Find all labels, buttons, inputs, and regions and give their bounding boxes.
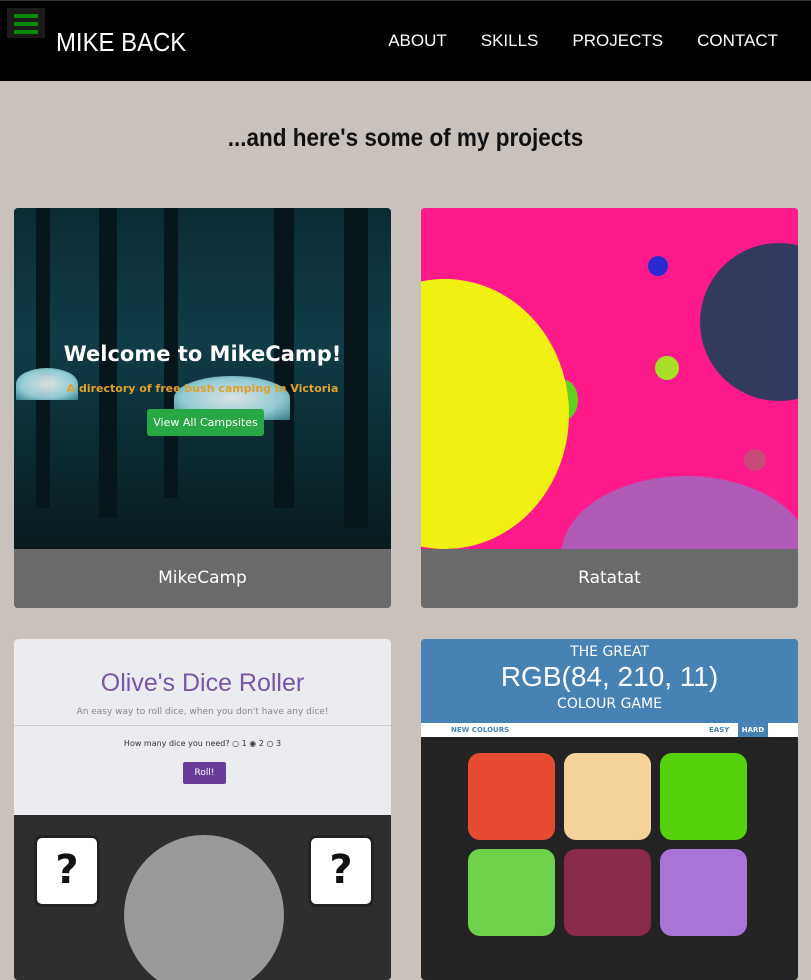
die-icon: ?: [308, 835, 374, 907]
colour-game-header: THE GREAT RGB(84, 210, 11) COLOUR GAME: [421, 639, 798, 723]
cat-illustration: [124, 835, 284, 980]
divider: [14, 725, 391, 726]
circle: [655, 356, 679, 380]
site-brand[interactable]: MIKE BACK: [56, 27, 186, 58]
colour-grid: [421, 737, 798, 980]
project-card-colour-game[interactable]: THE GREAT RGB(84, 210, 11) COLOUR GAME N…: [421, 639, 798, 980]
project-card-mikecamp[interactable]: Welcome to MikeCamp! A directory of free…: [14, 208, 391, 608]
project-card-ratatat[interactable]: Ratatat: [421, 208, 798, 608]
project-label[interactable]: Ratatat: [421, 549, 798, 608]
colour-square: [660, 849, 747, 936]
die-icon: ?: [34, 835, 100, 907]
hamburger-icon[interactable]: [7, 8, 45, 38]
colour-game-line1: THE GREAT: [570, 644, 649, 660]
roll-button: Roll!: [183, 762, 226, 784]
nav-about[interactable]: ABOUT: [388, 31, 447, 51]
dice-roller-illustration: ? ?: [14, 815, 391, 980]
colour-square: [564, 753, 651, 840]
nav-skills[interactable]: SKILLS: [481, 31, 539, 51]
circle: [700, 243, 798, 401]
colour-square: [564, 849, 651, 936]
colour-game-rgb: RGB(84, 210, 11): [500, 661, 719, 692]
hard-button: HARD: [738, 723, 768, 737]
colour-square: [660, 753, 747, 840]
circle: [648, 256, 668, 276]
circle: [744, 449, 766, 471]
dice-count-question: How many dice you need? ○ 1 ◉ 2 ○ 3: [123, 739, 282, 748]
main-nav: ABOUT SKILLS PROJECTS CONTACT: [388, 31, 778, 51]
mikecamp-thumbnail[interactable]: Welcome to MikeCamp! A directory of free…: [14, 208, 391, 549]
colour-square: [468, 849, 555, 936]
view-all-campsites-button: View All Campsites: [147, 409, 264, 436]
project-label[interactable]: MikeCamp: [14, 549, 391, 608]
circle: [561, 476, 798, 549]
dice-roller-thumbnail[interactable]: Olive's Dice Roller An easy way to roll …: [14, 639, 391, 980]
nav-contact[interactable]: CONTACT: [697, 31, 778, 51]
nav-projects[interactable]: PROJECTS: [572, 31, 663, 51]
circle: [421, 279, 569, 549]
dice-roller-subtitle: An easy way to roll dice, when you don't…: [76, 707, 329, 717]
colour-game-toolbar: NEW COLOURS EASY HARD: [421, 723, 798, 737]
easy-button: EASY: [709, 726, 730, 734]
colour-game-thumbnail[interactable]: THE GREAT RGB(84, 210, 11) COLOUR GAME N…: [421, 639, 798, 980]
dice-roller-header: Olive's Dice Roller An easy way to roll …: [14, 639, 391, 815]
mikecamp-subtitle: A directory of free bush camping in Vict…: [66, 382, 339, 395]
colour-game-line3: COLOUR GAME: [557, 696, 662, 712]
dice-roller-title: Olive's Dice Roller: [100, 669, 305, 697]
new-colours-button: NEW COLOURS: [451, 726, 510, 734]
mikecamp-title: Welcome to MikeCamp!: [63, 342, 342, 366]
project-card-dice-roller[interactable]: Olive's Dice Roller An easy way to roll …: [14, 639, 391, 980]
top-navbar: MIKE BACK ABOUT SKILLS PROJECTS CONTACT: [0, 0, 811, 81]
ratatat-thumbnail[interactable]: [421, 208, 798, 549]
colour-square: [468, 753, 555, 840]
projects-heading: ...and here's some of my projects: [227, 124, 584, 152]
tree: [344, 208, 368, 528]
